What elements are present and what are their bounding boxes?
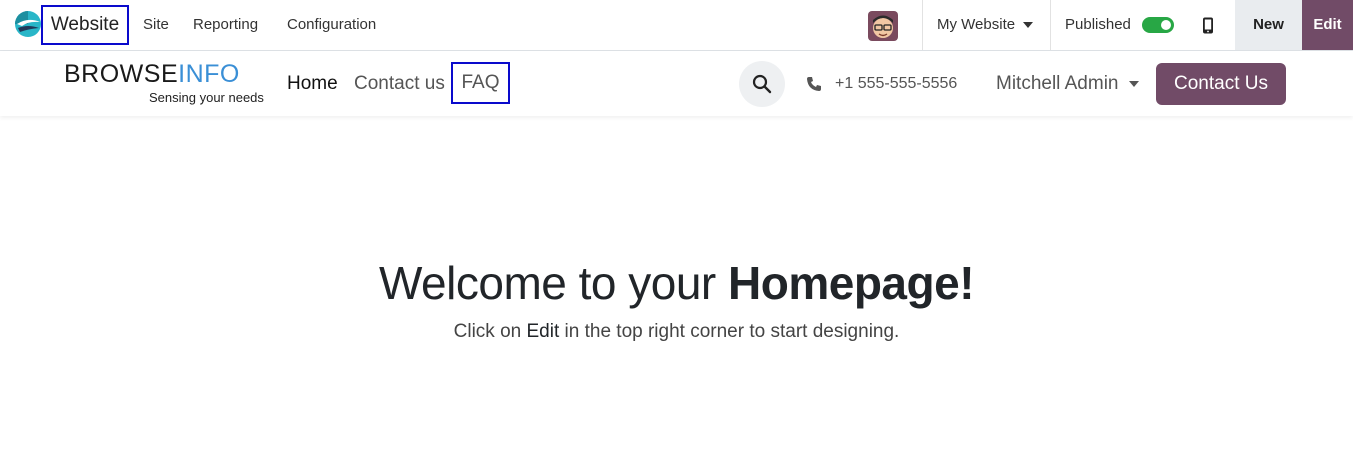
hero-title: Welcome to your Homepage! bbox=[378, 257, 975, 309]
new-button[interactable]: New bbox=[1235, 0, 1302, 50]
site-logo[interactable]: BROWSEINFO Sensing your needs bbox=[64, 57, 264, 109]
divider bbox=[922, 0, 923, 50]
mobile-preview-icon[interactable] bbox=[1202, 17, 1214, 34]
menu-configuration[interactable]: Configuration bbox=[287, 0, 376, 50]
published-toggle[interactable] bbox=[1142, 17, 1174, 33]
search-icon bbox=[752, 74, 772, 94]
menu-site[interactable]: Site bbox=[143, 0, 169, 50]
published-label: Published bbox=[1065, 16, 1131, 33]
caret-down-icon bbox=[1023, 22, 1034, 29]
admin-navbar: Website Site Reporting Configuration My … bbox=[0, 0, 1353, 51]
website-header: BROWSEINFO Sensing your needs Home Conta… bbox=[0, 51, 1353, 116]
website-app-icon[interactable] bbox=[14, 10, 42, 38]
nav-contact-us[interactable]: Contact us bbox=[354, 51, 445, 116]
contact-us-button[interactable]: Contact Us bbox=[1156, 63, 1286, 105]
toggle-knob bbox=[1161, 20, 1171, 30]
nav-home[interactable]: Home bbox=[287, 51, 338, 116]
edit-button[interactable]: Edit bbox=[1302, 0, 1353, 50]
hero-subtitle: Click on Edit in the top right corner to… bbox=[453, 321, 900, 342]
user-menu[interactable]: Mitchell Admin bbox=[996, 51, 1139, 116]
nav-faq[interactable]: FAQ bbox=[451, 62, 510, 104]
website-switcher-label: My Website bbox=[937, 16, 1016, 33]
user-avatar[interactable] bbox=[868, 11, 898, 41]
logo-wordmark: BROWSEINFO bbox=[64, 60, 240, 88]
user-name: Mitchell Admin bbox=[996, 73, 1119, 94]
logo-tagline: Sensing your needs bbox=[149, 90, 264, 105]
search-button[interactable] bbox=[739, 61, 785, 107]
menu-reporting[interactable]: Reporting bbox=[193, 0, 258, 50]
website-switcher[interactable]: My Website bbox=[937, 0, 1034, 50]
divider bbox=[1050, 0, 1051, 50]
app-name-website[interactable]: Website bbox=[41, 5, 129, 45]
caret-down-icon bbox=[1128, 80, 1139, 87]
phone-icon bbox=[806, 76, 822, 92]
phone-number[interactable]: +1 555-555-5556 bbox=[835, 51, 957, 116]
